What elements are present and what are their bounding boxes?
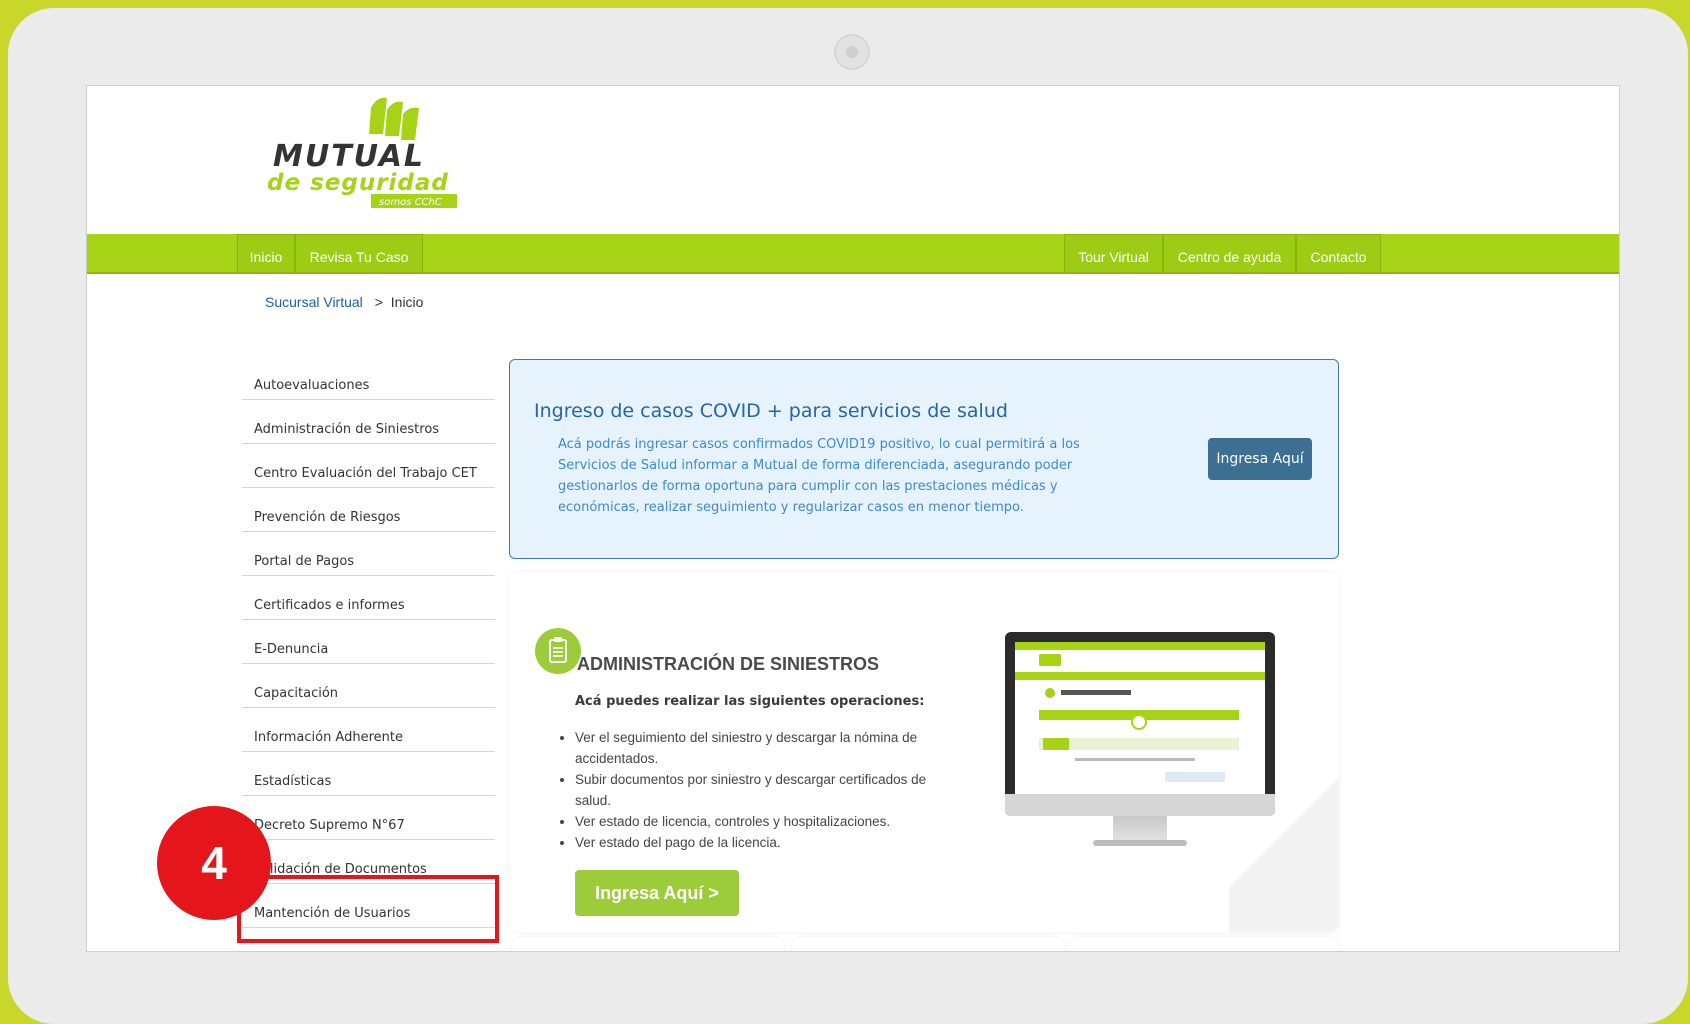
logo-line1: MUTUAL bbox=[273, 139, 425, 174]
bottom-card-3 bbox=[1069, 937, 1339, 951]
mutual-logo[interactable]: MUTUAL de seguridad somos CChC bbox=[265, 96, 465, 216]
sidebar-item-estadisticas[interactable]: Estadísticas bbox=[242, 752, 495, 796]
nav-tour-virtual[interactable]: Tour Virtual bbox=[1064, 234, 1163, 272]
nav-contacto[interactable]: Contacto bbox=[1296, 234, 1381, 272]
sidebar-item-prevencion-riesgos[interactable]: Prevención de Riesgos bbox=[242, 488, 495, 532]
sidebar-item-capacitacion[interactable]: Capacitación bbox=[242, 664, 495, 708]
bottom-card-1 bbox=[512, 937, 784, 951]
step-badge: 4 bbox=[157, 806, 271, 920]
camera-icon bbox=[834, 34, 870, 70]
sidebar-item-informacion-adherente[interactable]: Información Adherente bbox=[242, 708, 495, 752]
sidebar-menu: Autoevaluaciones Administración de Sinie… bbox=[242, 356, 495, 928]
sidebar-item-centro-evaluacion[interactable]: Centro Evaluación del Trabajo CET bbox=[242, 444, 495, 488]
sidebar-item-label: Decreto Supremo N°67 bbox=[254, 818, 405, 833]
sidebar-item-portal-pagos[interactable]: Portal de Pagos bbox=[242, 532, 495, 576]
breadcrumb: Sucursal Virtual > Inicio bbox=[265, 294, 423, 310]
admin-siniestros-card: ADMINISTRACIÓN DE SINIESTROS Acá puedes … bbox=[509, 572, 1339, 932]
monitor-base bbox=[1093, 840, 1187, 846]
monitor-illustration bbox=[1005, 632, 1275, 852]
admin-card-subtitle: Acá puedes realizar las siguientes opera… bbox=[575, 694, 925, 709]
sidebar-item-label: Estadísticas bbox=[254, 774, 332, 789]
nav-inicio[interactable]: Inicio bbox=[237, 234, 295, 272]
covid-ingresa-button[interactable]: Ingresa Aquí bbox=[1208, 438, 1312, 480]
highlight-box bbox=[237, 875, 499, 943]
list-item: Subir documentos por siniestro y descarg… bbox=[575, 769, 955, 811]
monitor-neck bbox=[1113, 816, 1167, 842]
breadcrumb-link-sucursal[interactable]: Sucursal Virtual bbox=[265, 294, 363, 310]
sidebar-item-label: Capacitación bbox=[254, 686, 339, 701]
sidebar-item-administracion-siniestros[interactable]: Administración de Siniestros bbox=[242, 400, 495, 444]
main-navbar: Inicio Revisa Tu Caso Tour Virtual Centr… bbox=[87, 234, 1619, 274]
nav-revisa-tu-caso[interactable]: Revisa Tu Caso bbox=[295, 234, 423, 272]
sidebar-item-label: Administración de Siniestros bbox=[254, 422, 440, 437]
sidebar-item-label: E-Denuncia bbox=[254, 642, 329, 657]
tablet-frame: MUTUAL de seguridad somos CChC Inicio Re… bbox=[8, 8, 1688, 1024]
sidebar-item-label: Portal de Pagos bbox=[254, 554, 355, 569]
logo-tagline: somos CChC bbox=[379, 197, 442, 208]
operations-list: Ver el seguimiento del siniestro y desca… bbox=[575, 727, 955, 853]
covid-title: Ingreso de casos COVID + para servicios … bbox=[534, 400, 1008, 422]
sidebar-item-e-denuncia[interactable]: E-Denuncia bbox=[242, 620, 495, 664]
covid-banner: Ingreso de casos COVID + para servicios … bbox=[509, 359, 1339, 559]
list-item: Ver el seguimiento del siniestro y desca… bbox=[575, 727, 955, 769]
logo-graphic: MUTUAL de seguridad somos CChC bbox=[267, 97, 457, 208]
page-scale: MUTUAL de seguridad somos CChC Inicio Re… bbox=[87, 86, 1619, 951]
monitor-frame bbox=[1005, 632, 1275, 816]
nav-centro-de-ayuda[interactable]: Centro de ayuda bbox=[1163, 234, 1296, 272]
bottom-card-2 bbox=[792, 937, 1064, 951]
browser-screen: MUTUAL de seguridad somos CChC Inicio Re… bbox=[86, 85, 1620, 952]
sidebar-item-label: Prevención de Riesgos bbox=[254, 510, 401, 525]
list-item: Ver estado del pago de la licencia. bbox=[575, 832, 955, 853]
covid-description: Acá podrás ingresar casos confirmados CO… bbox=[558, 437, 1080, 515]
sidebar-item-certificados[interactable]: Certificados e informes bbox=[242, 576, 495, 620]
monitor-screen-preview bbox=[1015, 642, 1265, 794]
sidebar-item-decreto-supremo[interactable]: Decreto Supremo N°67 bbox=[242, 796, 495, 840]
clipboard-icon bbox=[535, 628, 581, 674]
admin-ingresa-button[interactable]: Ingresa Aquí > bbox=[575, 870, 739, 916]
logo-line2: de seguridad bbox=[267, 170, 449, 196]
admin-card-title: ADMINISTRACIÓN DE SINIESTROS bbox=[577, 654, 880, 674]
list-item: Ver estado de licencia, controles y hosp… bbox=[575, 811, 955, 832]
sidebar-item-label: Centro Evaluación del Trabajo CET bbox=[254, 466, 477, 481]
monitor-chin bbox=[1005, 794, 1275, 816]
sidebar-item-label: Información Adherente bbox=[254, 730, 403, 745]
sidebar-item-label: Autoevaluaciones bbox=[254, 378, 370, 393]
breadcrumb-separator: > bbox=[374, 294, 383, 310]
sidebar-item-label: Certificados e informes bbox=[254, 598, 405, 613]
sidebar-item-autoevaluaciones[interactable]: Autoevaluaciones bbox=[242, 356, 495, 400]
breadcrumb-current: Inicio bbox=[390, 294, 424, 310]
